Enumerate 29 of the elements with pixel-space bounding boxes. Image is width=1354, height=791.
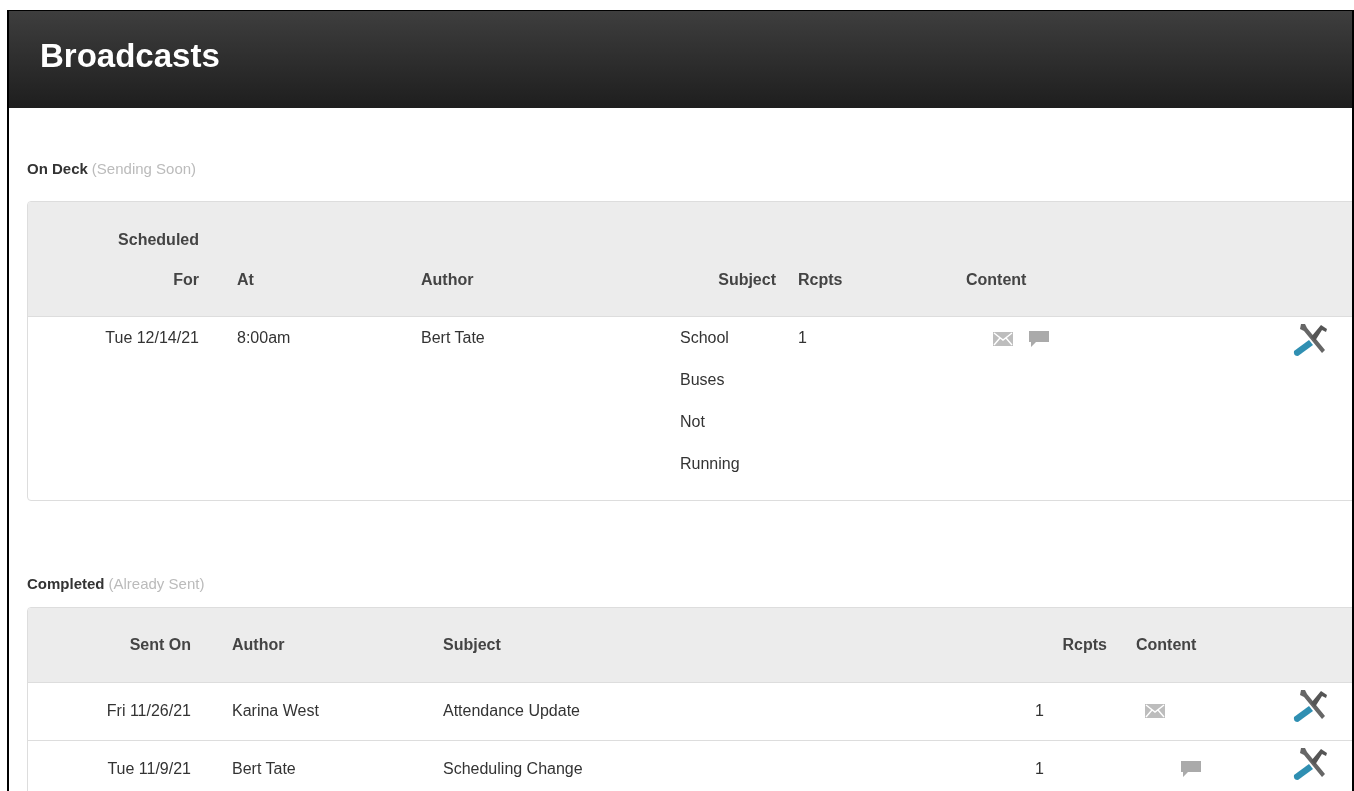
table-cell: Tue 11/9/21 [107,759,191,780]
column-header: Rcpts [798,269,843,290]
table-cell: 1 [1035,701,1044,721]
section-note: (Already Sent) [108,575,205,593]
table-cell: Karina West [232,701,319,721]
table-cell: Attendance Update [443,701,580,721]
table-cell-text: 1 [798,327,807,348]
table-cell: Bert Tate [232,759,296,780]
column-header: At [237,269,254,290]
section-note: (Sending Soon) [91,160,197,178]
column-header: Subject [443,634,501,655]
column-header: Author [232,634,285,655]
column-header: Content [966,269,1027,290]
column-header: Subject [718,269,776,290]
column-header: Author [421,269,474,290]
table-cell-text: Bert Tate [421,327,485,348]
section-title: On Deck [27,160,88,178]
column-header: Sent On [129,634,191,655]
table-cell: Fri 11/26/21 [106,701,191,721]
table-cell-text: Tue 12/14/21 [105,327,199,348]
table-cell: 1 [1035,759,1044,780]
section-title: Completed [27,575,105,593]
table-cell-text: 8:00am [237,327,291,348]
column-header: Rcpts [1062,634,1107,655]
column-header: Scheduled For [117,229,199,290]
table-cell: Scheduling Change [443,759,583,780]
table-cell-text: School Buses Not Running [680,327,741,474]
page-title: Broadcasts [40,36,220,75]
column-header: Content [1136,634,1197,655]
